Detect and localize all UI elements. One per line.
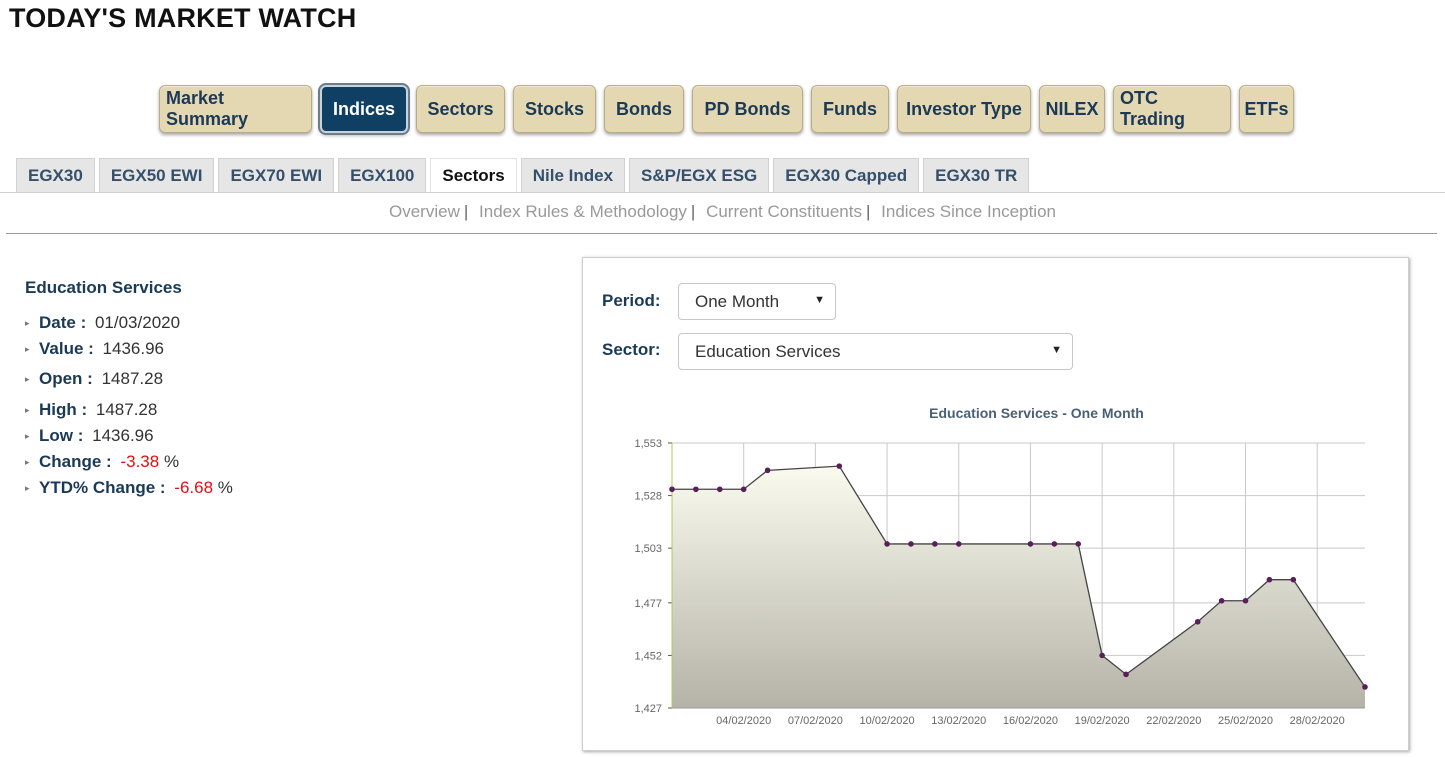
sector-summary: Education Services ▸ Date : 01/03/2020 ▸ V… <box>25 278 233 497</box>
info-high: ▸ High : 1487.28 <box>25 400 158 419</box>
data-point <box>669 486 675 493</box>
link-overview[interactable]: Overview <box>389 202 460 221</box>
sector-title: Education Services <box>25 278 182 297</box>
tab-nile-index[interactable]: Nile Index <box>520 158 626 192</box>
data-point <box>1290 576 1297 583</box>
bullet-icon: ▸ <box>25 405 30 416</box>
bullet-icon: ▸ <box>25 431 30 442</box>
data-point <box>1266 576 1273 583</box>
x-tick-label: 10/02/2020 <box>860 715 915 727</box>
page-title: TODAY'S MARKET WATCH <box>9 3 357 33</box>
x-tick-label: 16/02/2020 <box>1003 715 1058 727</box>
data-point <box>955 541 962 547</box>
chart-title: Education Services - One Month <box>929 405 1144 421</box>
main-nav: Market Summary Indices Sectors Stocks Bo… <box>0 85 1445 133</box>
link-separator: | <box>690 202 696 221</box>
data-point <box>1123 671 1129 678</box>
data-point <box>932 541 938 547</box>
bullet-icon: ▸ <box>25 457 30 468</box>
nav-funds[interactable]: Funds <box>811 85 889 133</box>
x-tick-label: 28/02/2020 <box>1290 715 1345 727</box>
nav-bonds[interactable]: Bonds <box>604 85 684 133</box>
data-point <box>740 486 747 493</box>
info-ytd-change: ▸ YTD% Change : -6.68 % <box>25 478 233 497</box>
data-point <box>836 463 843 469</box>
tab-sp-egx-esg[interactable]: S&P/EGX ESG <box>629 158 770 192</box>
nav-investor-type[interactable]: Investor Type <box>897 85 1031 133</box>
x-tick-label: 04/02/2020 <box>716 715 771 727</box>
data-point <box>1099 652 1105 659</box>
info-change: ▸ Change : -3.38 % <box>25 452 180 471</box>
info-value: ▸ Value : 1436.96 <box>25 339 164 358</box>
tab-sectors[interactable]: Sectors <box>430 158 517 192</box>
nav-market-summary[interactable]: Market Summary <box>159 85 312 133</box>
link-index-rules[interactable]: Index Rules & Methodology <box>479 202 687 221</box>
tab-egx30-capped[interactable]: EGX30 Capped <box>773 158 920 192</box>
nav-sectors[interactable]: Sectors <box>416 85 505 133</box>
tab-egx70-ewi[interactable]: EGX70 EWI <box>218 158 335 192</box>
link-current-constituents[interactable]: Current Constituents <box>706 202 862 221</box>
x-tick-label: 19/02/2020 <box>1075 715 1130 727</box>
data-point <box>716 486 723 493</box>
tab-egx100[interactable]: EGX100 <box>338 158 427 192</box>
x-tick-label: 22/02/2020 <box>1146 715 1201 727</box>
link-indices-since-inception[interactable]: Indices Since Inception <box>881 202 1056 221</box>
data-point <box>908 541 914 547</box>
link-separator: | <box>463 202 469 221</box>
links-divider <box>6 233 1437 234</box>
data-point <box>1242 597 1249 604</box>
tabs-divider <box>0 192 1445 193</box>
info-low: ▸ Low : 1436.96 <box>25 426 154 445</box>
bullet-icon: ▸ <box>25 374 30 385</box>
data-point <box>1218 597 1225 604</box>
bullet-icon: ▸ <box>25 318 30 329</box>
bullet-icon: ▸ <box>25 483 30 494</box>
x-tick-label: 25/02/2020 <box>1218 715 1273 727</box>
nav-indices[interactable]: Indices <box>320 85 408 133</box>
nav-nilex[interactable]: NILEX <box>1039 85 1105 133</box>
bullet-icon: ▸ <box>25 344 30 355</box>
nav-otc-trading[interactable]: OTC Trading <box>1113 85 1231 133</box>
info-date: ▸ Date : 01/03/2020 <box>25 313 181 332</box>
data-point <box>764 467 771 474</box>
y-tick-label: 1,553 <box>634 438 662 450</box>
x-tick-label: 07/02/2020 <box>788 715 843 727</box>
data-point <box>1362 684 1368 690</box>
index-tabs: EGX30 EGX50 EWI EGX70 EWI EGX100 Sectors… <box>16 158 1030 192</box>
chart-panel: Period: One Month ▼ Sector: Education Se… <box>582 257 1409 751</box>
data-point <box>693 486 699 493</box>
info-open: ▸ Open : 1487.28 <box>25 369 164 388</box>
y-tick-label: 1,477 <box>634 598 662 610</box>
link-separator: | <box>865 202 871 221</box>
tab-egx30[interactable]: EGX30 <box>16 158 95 192</box>
tab-egx50-ewi[interactable]: EGX50 EWI <box>98 158 215 192</box>
data-point <box>1027 541 1034 547</box>
tab-egx30-tr[interactable]: EGX30 TR <box>923 158 1030 192</box>
nav-etfs[interactable]: ETFs <box>1239 85 1294 133</box>
line-chart: Education Services - One Month 1,553 1,528… <box>634 405 1368 727</box>
y-tick-label: 1,427 <box>634 703 662 715</box>
y-tick-label: 1,452 <box>634 650 662 662</box>
nav-pd-bonds[interactable]: PD Bonds <box>692 85 803 133</box>
section-links: Overview | Index Rules & Methodology | Cur… <box>0 202 1445 222</box>
y-tick-label: 1,503 <box>634 543 662 555</box>
data-point <box>1051 541 1058 547</box>
x-tick-label: 13/02/2020 <box>931 715 986 727</box>
data-point <box>1075 541 1082 547</box>
y-tick-label: 1,528 <box>634 491 662 503</box>
data-point <box>1194 618 1201 625</box>
nav-stocks[interactable]: Stocks <box>513 85 596 133</box>
data-point <box>884 541 890 547</box>
